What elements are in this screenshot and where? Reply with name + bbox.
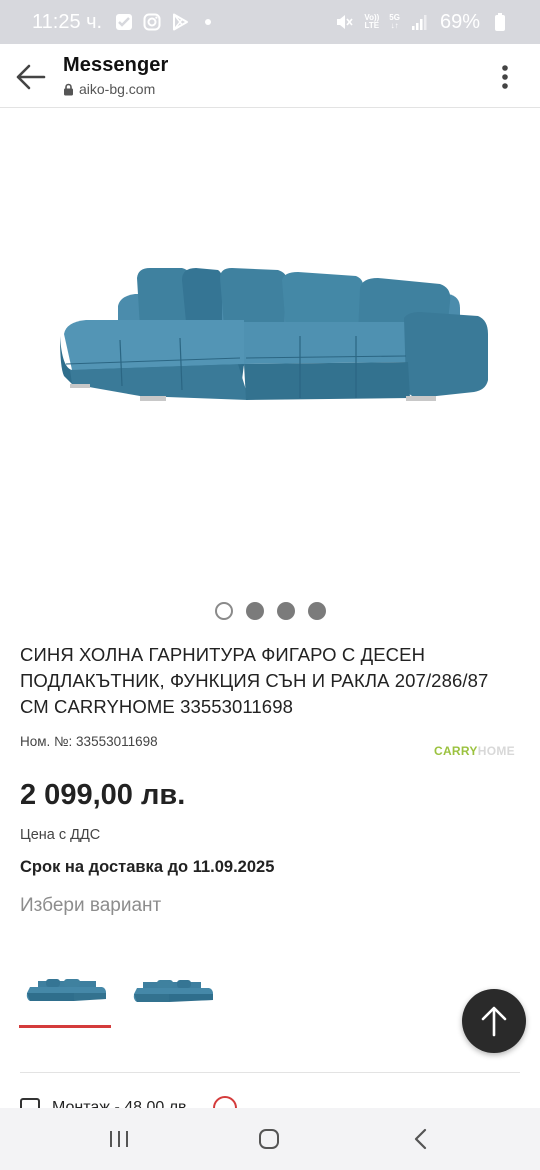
overflow-menu-button[interactable]	[490, 60, 520, 94]
carousel-dot[interactable]	[276, 602, 295, 620]
vat-note: Цена с ДДС	[20, 827, 101, 843]
url-line: aiko-bg.com	[63, 81, 168, 97]
chevron-left-icon	[414, 1128, 427, 1150]
lte-label: LTE	[364, 21, 380, 30]
checkmark-notification-icon	[114, 12, 134, 32]
5g-indicator: 5G ↓↑	[389, 14, 400, 30]
corner-sofa-image	[60, 268, 488, 401]
page-title: Messenger	[63, 54, 169, 76]
variant-sofa-thumbnail	[26, 978, 106, 1001]
recent-apps-button[interactable]	[102, 1122, 136, 1156]
system-back-button[interactable]	[404, 1122, 438, 1156]
product-price: 2 099,00 лв.	[20, 779, 186, 811]
instagram-icon	[142, 12, 162, 32]
section-divider	[20, 1072, 520, 1073]
more-notifications-dot-icon	[198, 12, 218, 32]
home-button[interactable]	[252, 1122, 286, 1156]
brand-logo[interactable]: CARRYHOME	[434, 744, 515, 758]
mute-icon	[334, 12, 354, 32]
battery-percent: 69%	[439, 10, 480, 33]
brand-logo-tail: HOME	[477, 744, 515, 758]
recent-apps-icon	[110, 1131, 128, 1147]
variant-label: Избери вариант	[20, 895, 162, 916]
more-vert-icon	[502, 65, 508, 89]
app-header: Messenger aiko-bg.com	[0, 44, 540, 108]
delivery-date: Срок на доставка до 11.09.2025	[20, 858, 275, 876]
home-icon	[259, 1129, 279, 1149]
variant-sofa-thumbnail	[133, 980, 213, 1002]
page-url: aiko-bg.com	[79, 81, 156, 97]
status-bar: 11:25 ч. Vo)) LTE 5G ↓↑ 69%	[0, 0, 540, 44]
lock-icon	[64, 83, 73, 95]
carousel-dot[interactable]	[214, 602, 233, 620]
status-time: 11:25 ч.	[32, 10, 103, 33]
scroll-to-top-button[interactable]	[462, 989, 526, 1053]
carousel-dot[interactable]	[245, 602, 264, 620]
carousel-dot[interactable]	[307, 602, 326, 620]
data-arrows-label: ↓↑	[390, 21, 399, 30]
play-store-icon	[170, 12, 190, 32]
product-image[interactable]	[0, 108, 540, 600]
sku-label: Ном. №:	[20, 734, 73, 749]
variant-option-selected[interactable]	[19, 952, 111, 1028]
back-button[interactable]	[14, 60, 48, 94]
volte-indicator: Vo)) LTE	[364, 14, 379, 30]
arrow-up-icon	[481, 1006, 507, 1037]
product-title: СИНЯ ХОЛНА ГАРНИТУРА ФИГАРО С ДЕСЕН ПОДЛ…	[20, 644, 489, 717]
system-nav-bar	[0, 1108, 540, 1170]
battery-icon	[490, 12, 510, 32]
brand-logo-main: CARRY	[434, 744, 478, 758]
signal-icon	[410, 12, 430, 32]
sku-value: 33553011698	[76, 734, 158, 749]
carousel-indicator	[0, 602, 540, 620]
back-arrow-icon	[16, 64, 46, 90]
variant-option[interactable]	[128, 952, 220, 1028]
header-text: Messenger aiko-bg.com	[63, 54, 168, 97]
sku-row: Ном. №: 33553011698	[20, 734, 158, 749]
